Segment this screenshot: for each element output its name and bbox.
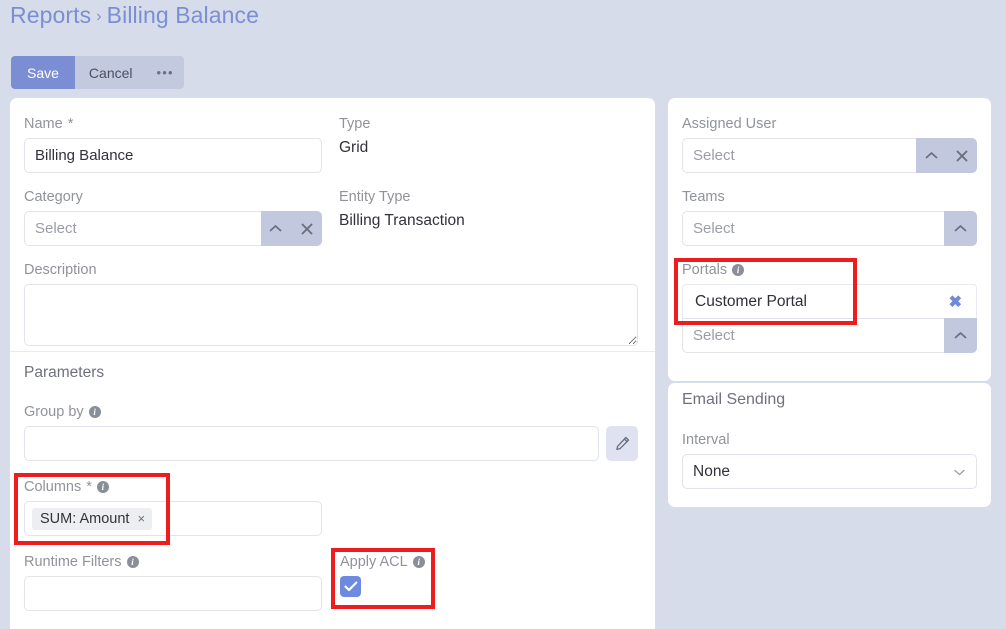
info-icon[interactable]: i [732, 264, 745, 276]
required-marker: * [67, 116, 74, 132]
field-category: Category [24, 189, 323, 246]
field-assigned-user-label: Assigned User [682, 116, 977, 132]
field-runtime-filters: Runtime Filters i [24, 554, 322, 611]
field-description-label: Description [24, 262, 638, 278]
field-description-label-text: Description [24, 262, 97, 278]
field-category-label-text: Category [24, 189, 83, 205]
close-icon[interactable] [946, 138, 978, 173]
portal-item-label: Customer Portal [695, 292, 807, 310]
description-textarea[interactable] [24, 284, 638, 346]
field-runtime-filters-label: Runtime Filters i [24, 554, 322, 570]
type-value: Grid [339, 139, 369, 156]
runtime-filters-input[interactable] [24, 576, 322, 611]
info-icon[interactable]: i [412, 556, 425, 568]
info-icon[interactable]: i [126, 556, 139, 568]
portals-select-group [682, 318, 977, 353]
panel-divider [10, 351, 655, 352]
toolbar-button-group: Save Cancel ••• [11, 56, 184, 89]
entity-type-value: Billing Transaction [339, 212, 465, 229]
name-input[interactable] [24, 138, 322, 173]
field-columns-label: Columns * i [24, 479, 322, 495]
field-teams: Teams [682, 189, 977, 246]
field-group-by-label-text: Group by [24, 404, 84, 420]
field-type-label-text: Type [339, 116, 371, 132]
portal-selected-item: Customer Portal ✖ [682, 284, 977, 319]
remove-tag-icon[interactable]: × [137, 512, 145, 525]
interval-select-wrap [682, 454, 977, 489]
more-actions-button[interactable]: ••• [147, 56, 184, 89]
field-category-label: Category [24, 189, 322, 205]
field-assigned-user: Assigned User [682, 116, 978, 173]
group-by-row [24, 426, 638, 461]
interval-select[interactable] [682, 454, 977, 489]
field-entity-type: Entity Type Billing Transaction [339, 189, 619, 230]
field-teams-label: Teams [682, 189, 977, 205]
field-description: Description [24, 262, 638, 351]
parameters-heading: Parameters [24, 364, 105, 381]
info-icon[interactable]: i [88, 406, 101, 418]
field-type: Type Grid [339, 116, 619, 157]
field-name: Name * [24, 116, 322, 173]
pencil-icon[interactable] [606, 426, 638, 461]
group-by-input[interactable] [24, 426, 599, 461]
portals-input[interactable] [682, 318, 944, 353]
column-tag: SUM: Amount × [32, 507, 153, 530]
breadcrumb-link-reports[interactable]: Reports [10, 2, 91, 28]
breadcrumb-current: Billing Balance [106, 2, 260, 28]
teams-input[interactable] [682, 211, 944, 246]
caret-up-icon[interactable] [943, 211, 977, 246]
field-apply-acl-label-text: Apply ACL [340, 554, 408, 570]
field-runtime-filters-label-text: Runtime Filters [24, 554, 122, 570]
save-button[interactable]: Save [11, 56, 75, 89]
assigned-user-input[interactable] [682, 138, 916, 173]
field-columns: Columns * i SUM: Amount × [24, 479, 322, 536]
field-interval-label: Interval [682, 432, 977, 448]
cancel-button[interactable]: Cancel [75, 56, 147, 89]
field-entity-type-label: Entity Type [339, 189, 619, 205]
columns-tag-input[interactable]: SUM: Amount × [24, 501, 322, 536]
field-portals: Portals i Customer Portal ✖ [682, 262, 977, 353]
field-portals-label-text: Portals [682, 262, 728, 278]
report-edit-page: Reports › Billing Balance Save Cancel ••• … [0, 0, 1006, 629]
remove-portal-icon[interactable]: ✖ [949, 292, 962, 312]
field-portals-label: Portals i [682, 262, 977, 278]
column-tag-label: SUM: Amount [40, 510, 130, 527]
caret-up-icon[interactable] [943, 318, 977, 353]
field-name-label-text: Name [24, 116, 63, 132]
field-type-label: Type [339, 116, 619, 132]
field-apply-acl-label: Apply ACL i [340, 554, 500, 570]
field-columns-label-text: Columns [24, 479, 82, 495]
breadcrumb: Reports › Billing Balance [10, 2, 259, 29]
breadcrumb-separator-icon: › [96, 8, 102, 25]
field-name-label: Name * [24, 116, 322, 132]
field-entity-type-label-text: Entity Type [339, 189, 411, 205]
category-select-group [24, 211, 323, 246]
category-input[interactable] [24, 211, 261, 246]
field-interval: Interval [682, 432, 977, 489]
caret-up-icon[interactable] [260, 211, 292, 246]
assigned-user-select-group [682, 138, 978, 173]
close-icon[interactable] [291, 211, 323, 246]
teams-select-group [682, 211, 977, 246]
apply-acl-checkbox[interactable] [340, 576, 361, 597]
caret-up-icon[interactable] [915, 138, 947, 173]
field-teams-label-text: Teams [682, 189, 725, 205]
info-icon[interactable]: i [96, 481, 109, 493]
report-detail-panel [10, 98, 655, 629]
email-sending-heading: Email Sending [682, 391, 786, 408]
field-group-by-label: Group by i [24, 404, 638, 420]
required-marker: * [86, 479, 92, 495]
field-apply-acl: Apply ACL i [340, 554, 500, 597]
field-interval-label-text: Interval [682, 432, 730, 448]
field-group-by: Group by i [24, 404, 638, 461]
field-assigned-user-label-text: Assigned User [682, 116, 777, 132]
